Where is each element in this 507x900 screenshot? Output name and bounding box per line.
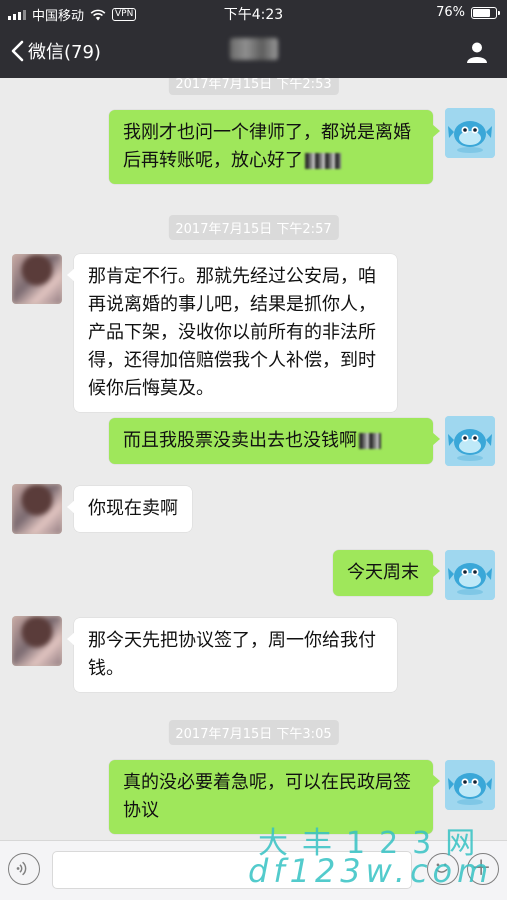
avatar[interactable] [12, 254, 62, 304]
message-text: 我刚才也问一个律师了，都说是离婚后再转账呢，放心好了 [123, 122, 411, 171]
battery-percent: 76% [436, 5, 465, 20]
fish-avatar-icon [445, 108, 495, 158]
avatar[interactable] [445, 108, 495, 158]
avatar[interactable] [445, 416, 495, 466]
status-right: 76% [436, 5, 500, 20]
timestamp: 2017年7月15日 下午2:53 [168, 78, 339, 95]
redacted-content [305, 153, 341, 169]
fish-avatar-icon [445, 760, 495, 810]
fish-avatar-icon [445, 550, 495, 600]
message-text: 你现在卖啊 [88, 498, 178, 519]
message-bubble-received[interactable]: 你现在卖啊 [67, 486, 192, 532]
avatar[interactable] [12, 616, 62, 666]
fish-avatar-icon [445, 416, 495, 466]
timestamp: 2017年7月15日 下午2:57 [168, 215, 339, 240]
message-text: 今天周末 [347, 562, 419, 583]
battery-icon [471, 6, 500, 19]
chat-messages[interactable]: 2017年7月15日 下午2:53 我刚才也问一个律师了，都说是离婚后再转账呢，… [0, 78, 507, 840]
timestamp: 2017年7月15日 下午3:05 [168, 720, 339, 745]
status-bar: 中国移动 VPN 下午4:23 76% [0, 0, 507, 26]
message-text: 真的没必要着急呢，可以在民政局签协议 [123, 772, 411, 821]
chat-title [0, 38, 507, 60]
message-bubble-received[interactable]: 那肯定不行。那就先经过公安局，咱再说离婚的事儿吧，结果是抓你人，产品下架，没收你… [67, 254, 397, 412]
message-bubble-received[interactable]: 那今天先把协议签了，周一你给我付钱。 [67, 618, 397, 692]
voice-button[interactable] [8, 853, 40, 885]
message-bubble-sent[interactable]: 而且我股票没卖出去也没钱啊 [109, 418, 440, 464]
avatar[interactable] [12, 484, 62, 534]
person-icon[interactable] [465, 40, 489, 64]
navigation-bar: 微信(79) [0, 26, 507, 78]
message-bubble-sent[interactable]: 我刚才也问一个律师了，都说是离婚后再转账呢，放心好了 [109, 110, 440, 184]
message-text: 那肯定不行。那就先经过公安局，咱再说离婚的事儿吧，结果是抓你人，产品下架，没收你… [88, 266, 376, 399]
voice-icon [16, 861, 27, 876]
watermark-url: df123w.com [248, 852, 494, 890]
message-text: 那今天先把协议签了，周一你给我付钱。 [88, 630, 376, 679]
redacted-contact-name [229, 38, 278, 60]
avatar[interactable] [445, 550, 495, 600]
avatar[interactable] [445, 760, 495, 810]
message-text: 而且我股票没卖出去也没钱啊 [123, 430, 357, 451]
status-time: 下午4:23 [223, 7, 284, 23]
wechat-chat-screen: 中国移动 VPN 下午4:23 76% 微信(79) 2017年7月15日 下午… [0, 0, 507, 900]
message-bubble-sent[interactable]: 今天周末 [333, 550, 440, 596]
redacted-content [359, 433, 381, 449]
